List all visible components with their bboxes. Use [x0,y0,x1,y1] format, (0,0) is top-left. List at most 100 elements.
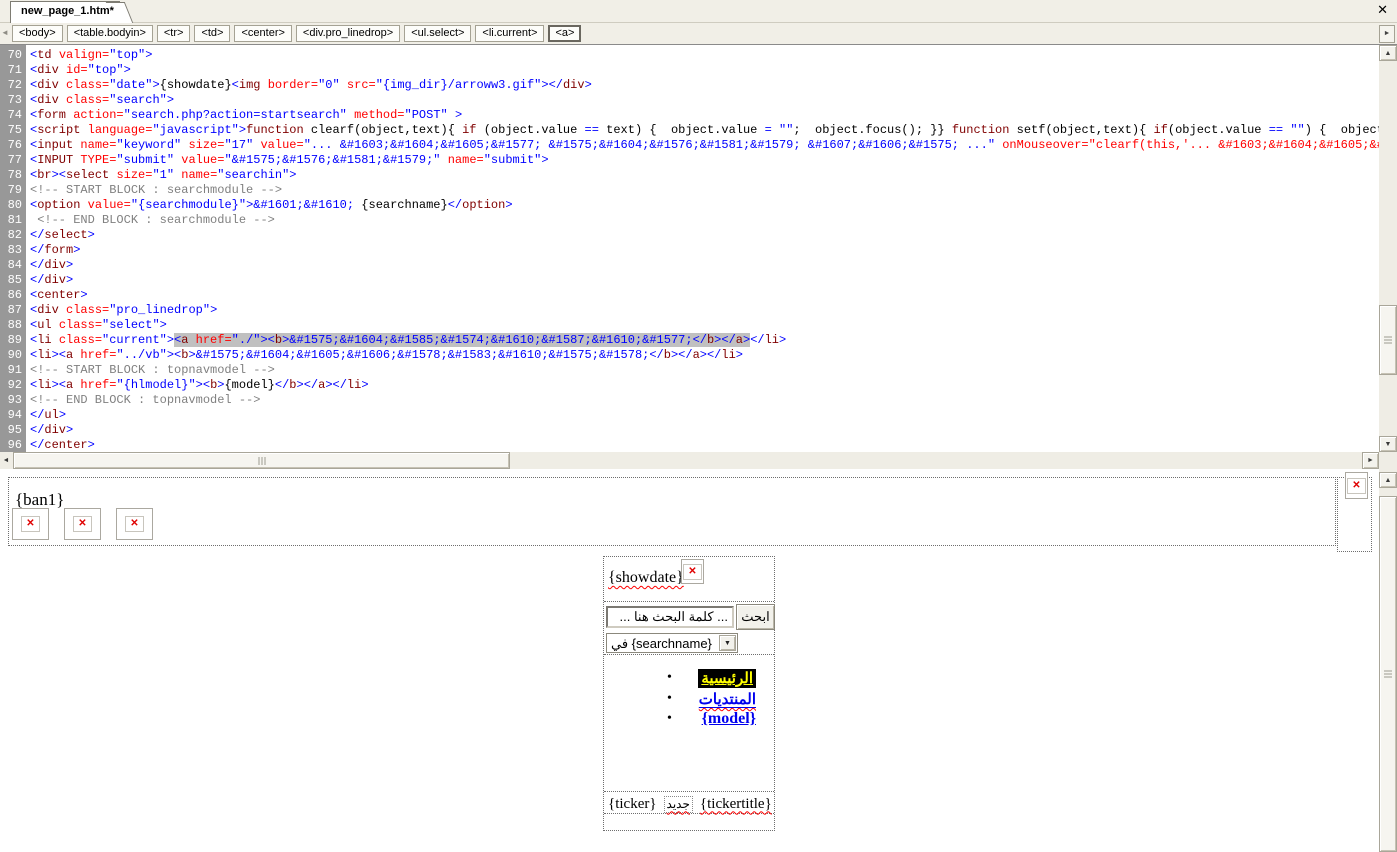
tag-path-bar: ◄ <body><table.bodyin><tr><td><center> <d… [0,23,1397,45]
cell-border [604,601,774,602]
code-text: <div class="pro_linedrop"> [26,303,217,318]
tab-bar: new_page_1.htm* ✕ [0,0,1397,23]
tag-path-item[interactable]: <tr> [157,25,191,42]
ticker-placeholder[interactable]: {ticker} [608,796,657,813]
code-line[interactable]: 86<center> [0,288,1379,303]
tag-path-item[interactable]: <ul.select> [404,25,471,42]
code-line[interactable]: 80<option value="{searchmodule}">&#1601;… [0,198,1379,213]
line-number: 74 [0,108,26,123]
code-line[interactable]: 72<div class="date">{showdate}<img borde… [0,78,1379,93]
code-line[interactable]: 79<!-- START BLOCK : searchmodule --> [0,183,1379,198]
design-view[interactable]: {ban1} ✕ ✕ ✕ ✕ {showdate} ✕ ابحث في {sea… [0,469,1379,852]
broken-image-icon[interactable]: ✕ [12,508,49,540]
nav-item: • المنتديات [604,690,774,709]
banner-placeholder[interactable]: {ban1} [15,490,64,510]
line-number: 80 [0,198,26,213]
code-text: <div class="date">{showdate}<img border=… [26,78,592,93]
nav-link-home[interactable]: الرئيسية [698,669,756,688]
nav-link-model[interactable]: {model} [702,710,756,727]
code-line[interactable]: 78<br><select size="1" name="searchin"> [0,168,1379,183]
design-vscroll-thumb[interactable] [1379,496,1397,852]
code-text: <li><a href="../vb"><b>&#1575;&#1604;&#1… [26,348,743,363]
code-line[interactable]: 88<ul class="select"> [0,318,1379,333]
scrollbar-corner [1379,452,1397,469]
code-horizontal-scrollbar[interactable]: ◄ ► [0,452,1379,469]
code-line[interactable]: 74<form action="search.php?action=starts… [0,108,1379,123]
code-line[interactable]: 75<script language="javascript">function… [0,123,1379,138]
code-text: <center> [26,288,88,303]
code-text: <!-- START BLOCK : searchmodule --> [26,183,282,198]
tag-path-item[interactable]: <body> [12,25,63,42]
code-line[interactable]: 91<!-- START BLOCK : topnavmodel --> [0,363,1379,378]
scroll-down-button[interactable]: ▼ [1379,436,1397,452]
scroll-left-icon: ◄ [1,28,9,37]
broken-image-icon[interactable]: ✕ [1345,472,1368,499]
code-line[interactable]: 71<div id="top"> [0,63,1379,78]
code-text: </select> [26,228,95,243]
code-line[interactable]: 90<li><a href="../vb"><b>&#1575;&#1604;&… [0,348,1379,363]
code-line[interactable]: 95</div> [0,423,1379,438]
tag-path-item[interactable]: <td> [194,25,230,42]
tag-path-item[interactable]: <div.pro_linedrop> [296,25,400,42]
code-line[interactable]: 77<INPUT TYPE="submit" value="&#1575;&#1… [0,153,1379,168]
broken-image-icon[interactable]: ✕ [64,508,101,540]
code-line[interactable]: 92<li><a href="{hlmodel}"><b>{model}</b>… [0,378,1379,393]
thumb-grip [1384,671,1392,678]
tag-path-item[interactable]: <li.current> [475,25,544,42]
scroll-up-button[interactable]: ▲ [1379,45,1397,61]
code-text: </form> [26,243,80,258]
tag-path-item[interactable]: <table.bodyin> [67,25,153,42]
broken-image-icon[interactable]: ✕ [116,508,153,540]
thumb-grip [1384,337,1392,344]
scroll-up-icon: ▲ [1385,50,1392,57]
close-icon[interactable]: ✕ [1377,3,1388,17]
tag-path-item[interactable]: <center> [234,25,291,42]
line-number: 70 [0,48,26,63]
line-number: 79 [0,183,26,198]
code-line[interactable]: 76<input name="keyword" size="17" value=… [0,138,1379,153]
design-vertical-scrollbar[interactable]: ▲ [1379,469,1397,852]
code-text: <div class="search"> [26,93,174,108]
showdate-placeholder[interactable]: {showdate} [608,569,684,587]
spellcheck-underline: المنتديات [699,690,756,709]
code-line[interactable]: 87<div class="pro_linedrop"> [0,303,1379,318]
tag-path-scroll-right-button[interactable]: ► [1379,25,1395,43]
code-line[interactable]: 81 <!-- END BLOCK : searchmodule --> [0,213,1379,228]
scroll-up-button[interactable]: ▲ [1379,472,1397,488]
code-line[interactable]: 89<li class="current"><a href="./"><b>&#… [0,333,1379,348]
code-vertical-scrollbar[interactable]: ▲ ▼ [1379,45,1397,452]
code-line[interactable]: 82</select> [0,228,1379,243]
chevron-down-icon[interactable]: ▼ [719,635,736,651]
code-line[interactable]: 93<!-- END BLOCK : topnavmodel --> [0,393,1379,408]
search-button[interactable]: ابحث [736,604,775,630]
code-vscroll-thumb[interactable] [1379,305,1397,375]
code-hscroll-thumb[interactable] [13,452,510,469]
code-line[interactable]: 96</center> [0,438,1379,452]
scroll-left-button[interactable]: ◄ [0,452,12,469]
code-line[interactable]: 70<td valign="top"> [0,48,1379,63]
line-number: 93 [0,393,26,408]
broken-image-x-icon: ✕ [125,516,143,532]
scroll-right-icon: ► [1367,457,1374,464]
code-text: <ul class="select"> [26,318,167,333]
line-number: 85 [0,273,26,288]
document-tab[interactable]: new_page_1.htm* [10,1,120,23]
search-scope-select[interactable]: في {searchname} ▼ [606,633,738,653]
code-line[interactable]: 94</ul> [0,408,1379,423]
code-line[interactable]: 85</div> [0,273,1379,288]
nav-link-forums[interactable]: المنتديات [699,692,756,708]
code-line[interactable]: 83</form> [0,243,1379,258]
code-editor[interactable]: 70<td valign="top">71<div id="top">72<di… [0,45,1379,452]
bullet-icon: • [667,670,672,686]
tag-path-item[interactable]: <a> [548,25,581,42]
tickertitle-placeholder[interactable]: {tickertitle} [700,796,772,813]
line-number: 94 [0,408,26,423]
scroll-right-button[interactable]: ► [1362,452,1379,469]
bullet-icon: • [667,691,672,707]
broken-image-icon[interactable]: ✕ [681,559,704,584]
ticker-new-label[interactable]: جديد [664,796,693,813]
code-text: <div id="top"> [26,63,131,78]
code-line[interactable]: 84</div> [0,258,1379,273]
code-line[interactable]: 73<div class="search"> [0,93,1379,108]
search-input[interactable] [606,606,734,628]
